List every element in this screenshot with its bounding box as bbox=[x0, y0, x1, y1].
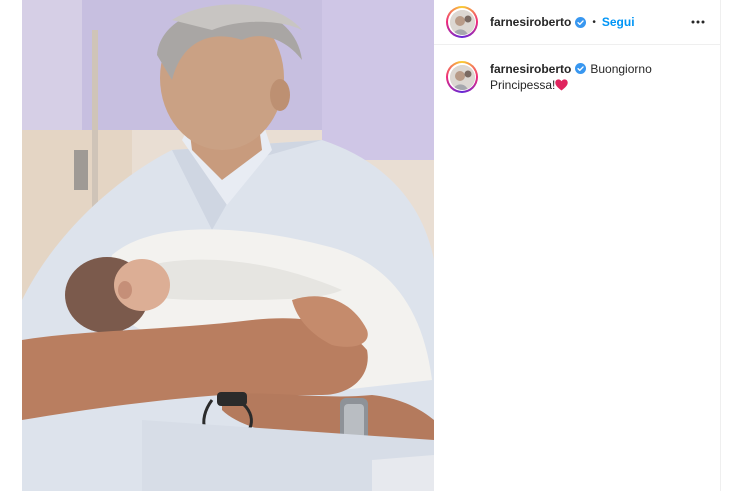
instagram-post: farnesiroberto • Segui farnesiroberto Bu… bbox=[22, 0, 721, 491]
follow-button[interactable]: Segui bbox=[602, 15, 635, 29]
verified-badge-icon bbox=[575, 16, 587, 28]
caption-text-block: farnesiroberto Buongiorno Principessa! bbox=[490, 61, 680, 93]
more-options-button[interactable] bbox=[688, 12, 708, 32]
author-avatar[interactable] bbox=[446, 6, 478, 38]
post-photo[interactable] bbox=[22, 0, 434, 491]
post-header: farnesiroberto • Segui bbox=[434, 0, 720, 45]
post-caption: farnesiroberto Buongiorno Principessa! bbox=[434, 45, 720, 93]
profile-photo bbox=[449, 64, 475, 90]
profile-photo bbox=[449, 9, 475, 35]
header-separator: • bbox=[592, 16, 596, 28]
verified-badge-icon bbox=[575, 63, 587, 74]
caption-author-avatar[interactable] bbox=[446, 61, 478, 93]
more-horizontal-icon bbox=[691, 20, 705, 24]
caption-username[interactable]: farnesiroberto bbox=[490, 62, 571, 76]
post-side-panel: farnesiroberto • Segui farnesiroberto Bu… bbox=[434, 0, 720, 491]
author-username[interactable]: farnesiroberto bbox=[490, 15, 571, 29]
red-heart-icon bbox=[555, 79, 569, 91]
